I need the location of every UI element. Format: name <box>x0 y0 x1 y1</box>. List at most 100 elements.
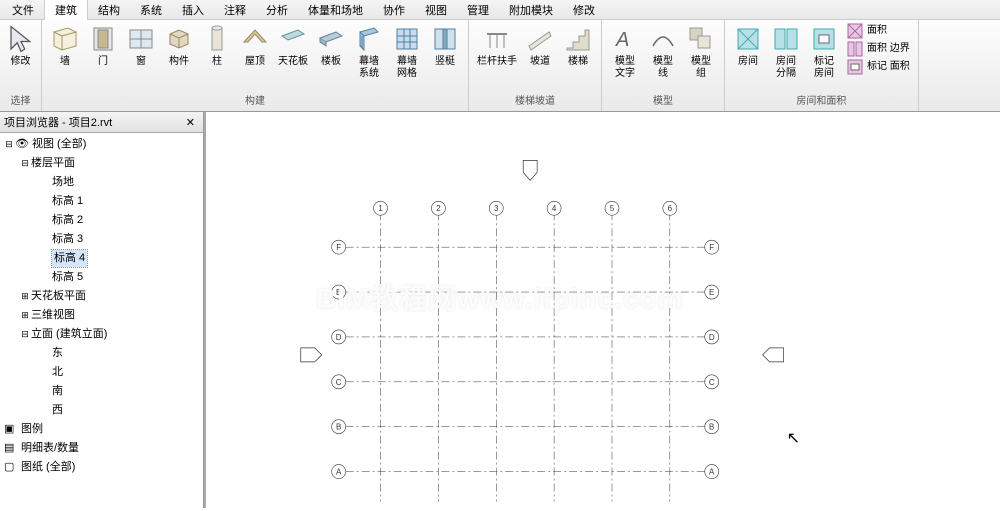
tree-level-2[interactable]: 标高 2 <box>0 211 203 230</box>
window-button[interactable]: 窗 <box>122 22 160 70</box>
curtain-system-button[interactable]: 幕墙 系统 <box>350 22 388 82</box>
tree-level-1[interactable]: 标高 1 <box>0 192 203 211</box>
menu-view[interactable]: 视图 <box>415 0 457 20</box>
ceiling-button[interactable]: 天花板 <box>274 22 312 70</box>
tree-schedules[interactable]: ▤明细表/数量 <box>0 439 203 458</box>
tree-views-all[interactable]: ⊟👁视图 (全部) <box>0 135 203 154</box>
tree-level-3[interactable]: 标高 3 <box>0 230 203 249</box>
door-icon <box>88 24 118 54</box>
window-icon <box>126 24 156 54</box>
room-separator-icon <box>771 24 801 54</box>
component-button[interactable]: 构件 <box>160 22 198 70</box>
cursor-icon <box>6 24 36 54</box>
menu-massing[interactable]: 体量和场地 <box>298 0 373 20</box>
area-icon <box>847 23 863 39</box>
menu-structure[interactable]: 结构 <box>88 0 130 20</box>
project-browser: 项目浏览器 - 项目2.rvt ✕ ⊟👁视图 (全部) ⊟楼层平面 场地 标高 … <box>0 112 204 508</box>
railing-button[interactable]: 栏杆扶手 <box>473 22 521 70</box>
drawing-canvas[interactable]: 123456FFEEDDCCBBAA BIM教程网www.ifpinc.com … <box>204 112 1000 508</box>
collapse-icon[interactable]: ⊟ <box>4 136 14 153</box>
model-group-icon <box>686 24 716 54</box>
tag-room-button[interactable]: 标记 房间 <box>805 22 843 82</box>
svg-text:C: C <box>336 378 342 387</box>
tree-level-4[interactable]: 标高 4 <box>0 249 203 268</box>
cursor-icon: ↖ <box>787 428 800 448</box>
menu-file[interactable]: 文件 <box>2 0 44 20</box>
tree-elevations[interactable]: ⊟立面 (建筑立面) <box>0 325 203 344</box>
model-group-button[interactable]: 模型 组 <box>682 22 720 82</box>
svg-text:1: 1 <box>378 204 383 213</box>
component-icon <box>164 24 194 54</box>
tree-east[interactable]: 东 <box>0 344 203 363</box>
menu-manage[interactable]: 管理 <box>457 0 499 20</box>
expand-icon[interactable]: ⊞ <box>20 307 30 324</box>
build-group-label: 构建 <box>46 90 464 109</box>
svg-text:B: B <box>336 423 341 432</box>
floor-button[interactable]: 楼板 <box>312 22 350 70</box>
tree-floor-plans[interactable]: ⊟楼层平面 <box>0 154 203 173</box>
menu-bar: 文件 建筑 结构 系统 插入 注释 分析 体量和场地 协作 视图 管理 附加模块… <box>0 0 1000 20</box>
roof-button[interactable]: 屋顶 <box>236 22 274 70</box>
body-area: 项目浏览器 - 项目2.rvt ✕ ⊟👁视图 (全部) ⊟楼层平面 场地 标高 … <box>0 112 1000 508</box>
svg-text:F: F <box>336 243 341 252</box>
legend-icon: ▣ <box>4 421 18 438</box>
menu-architecture[interactable]: 建筑 <box>44 0 88 20</box>
collapse-icon[interactable]: ⊟ <box>20 326 30 343</box>
tree-ceiling-plans[interactable]: ⊞天花板平面 <box>0 287 203 306</box>
tree-level-5[interactable]: 标高 5 <box>0 268 203 287</box>
room-icon <box>733 24 763 54</box>
tree-sheets[interactable]: ▢图纸 (全部) <box>0 458 203 477</box>
tag-area-button[interactable]: 标记 面积 <box>843 58 914 76</box>
project-browser-header: 项目浏览器 - 项目2.rvt ✕ <box>0 112 203 133</box>
mullion-button[interactable]: 竖梃 <box>426 22 464 70</box>
svg-text:3: 3 <box>494 204 499 213</box>
svg-text:4: 4 <box>552 204 557 213</box>
circulation-group-label: 楼梯坡道 <box>473 90 597 109</box>
curtain-grid-button[interactable]: 幕墙 网格 <box>388 22 426 82</box>
modify-button[interactable]: 修改 <box>2 22 40 70</box>
column-button[interactable]: 柱 <box>198 22 236 70</box>
menu-annotate[interactable]: 注释 <box>214 0 256 20</box>
tree-south[interactable]: 南 <box>0 382 203 401</box>
door-button[interactable]: 门 <box>84 22 122 70</box>
menu-analyze[interactable]: 分析 <box>256 0 298 20</box>
modify-label: 修改 <box>11 56 31 68</box>
svg-text:B: B <box>709 423 714 432</box>
tree-west[interactable]: 西 <box>0 401 203 420</box>
area-button[interactable]: 面积 <box>843 22 914 40</box>
ramp-button[interactable]: 坡道 <box>521 22 559 70</box>
close-icon[interactable]: ✕ <box>182 116 199 129</box>
tree-3d-views[interactable]: ⊞三维视图 <box>0 306 203 325</box>
area-boundary-button[interactable]: 面积 边界 <box>843 40 914 58</box>
curtain-grid-icon <box>392 24 422 54</box>
tag-room-icon <box>809 24 839 54</box>
project-browser-tree[interactable]: ⊟👁视图 (全部) ⊟楼层平面 场地 标高 1 标高 2 标高 3 标高 4 标… <box>0 133 203 508</box>
menu-collaborate[interactable]: 协作 <box>373 0 415 20</box>
ribbon: 修改 选择 墙 门 窗 构件 柱 屋顶 天花板 楼板 幕墙 系统 幕墙 网格 竖… <box>0 20 1000 112</box>
room-separator-button[interactable]: 房间 分隔 <box>767 22 805 82</box>
svg-text:D: D <box>336 333 342 342</box>
menu-addins[interactable]: 附加模块 <box>499 0 563 20</box>
ribbon-group-model: A模型 文字 模型 线 模型 组 模型 <box>602 20 725 111</box>
tree-north[interactable]: 北 <box>0 363 203 382</box>
views-icon: 👁 <box>15 136 29 153</box>
model-text-button[interactable]: A模型 文字 <box>606 22 644 82</box>
menu-insert[interactable]: 插入 <box>172 0 214 20</box>
svg-text:6: 6 <box>668 204 673 213</box>
expand-icon[interactable]: ⊞ <box>20 288 30 305</box>
svg-text:E: E <box>336 288 341 297</box>
tree-legends[interactable]: ▣图例 <box>0 420 203 439</box>
svg-text:E: E <box>709 288 714 297</box>
stair-button[interactable]: 楼梯 <box>559 22 597 70</box>
stair-icon <box>563 24 593 54</box>
floor-icon <box>316 24 346 54</box>
project-browser-title: 项目浏览器 - 项目2.rvt <box>4 114 112 130</box>
menu-modify[interactable]: 修改 <box>563 0 605 20</box>
menu-systems[interactable]: 系统 <box>130 0 172 20</box>
collapse-icon[interactable]: ⊟ <box>20 155 30 172</box>
wall-button[interactable]: 墙 <box>46 22 84 70</box>
tree-site[interactable]: 场地 <box>0 173 203 192</box>
model-line-button[interactable]: 模型 线 <box>644 22 682 82</box>
room-button[interactable]: 房间 <box>729 22 767 70</box>
ribbon-group-room: 房间 房间 分隔 标记 房间 面积 面积 边界 标记 面积 房间和面积 <box>725 20 919 111</box>
